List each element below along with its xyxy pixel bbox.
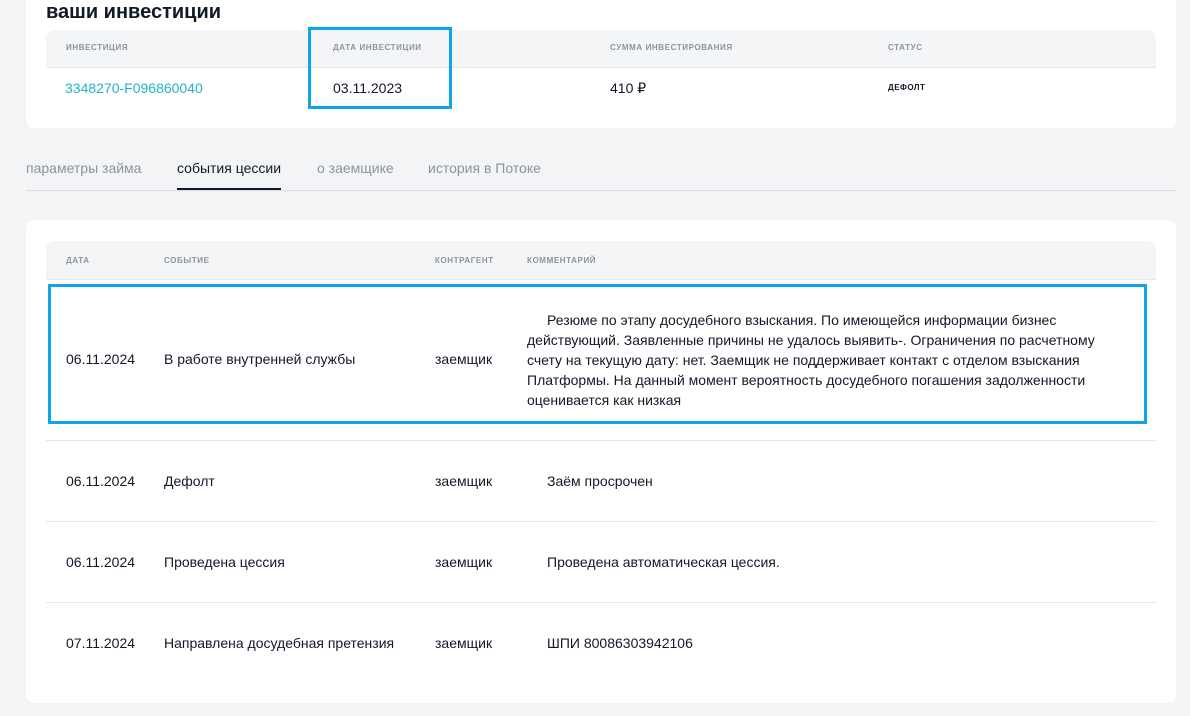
events-table-header: ДАТА СОБЫТИЕ КОНТРАГЕНТ КОММЕНТАРИЙ xyxy=(46,241,1156,280)
event-comment: Проведена автоматическая цессия. xyxy=(547,554,780,570)
investments-card: ваши инвестиции ИНВЕСТИЦИЯ ДАТА ИНВЕСТИЦ… xyxy=(26,0,1176,128)
event-counterparty: заемщик xyxy=(435,473,493,489)
tab-about-borrower[interactable]: о заемщике xyxy=(317,160,394,190)
header-status: СТАТУС xyxy=(888,43,923,52)
investment-sum: 410 ₽ xyxy=(610,80,647,96)
tab-loan-parameters[interactable]: параметры займа xyxy=(26,160,141,190)
highlight-investment-date xyxy=(308,27,452,109)
event-name: Проведена цессия xyxy=(164,554,285,570)
header-comment: КОММЕНТАРИЙ xyxy=(527,256,597,265)
event-name: Направлена досудебная претензия xyxy=(164,635,395,651)
status-badge: ДЕФОЛТ xyxy=(888,83,926,92)
investments-title: ваши инвестиции xyxy=(46,1,222,23)
investments-table-header: ИНВЕСТИЦИЯ ДАТА ИНВЕСТИЦИИ СУММА ИНВЕСТИ… xyxy=(46,30,1156,68)
header-counterparty: КОНТРАГЕНТ xyxy=(435,256,494,265)
tab-cession-events[interactable]: события цессии xyxy=(177,160,282,190)
tabs-bar: параметры займа события цессии о заемщик… xyxy=(26,150,1176,191)
header-investment-sum: СУММА ИНВЕСТИРОВАНИЯ xyxy=(610,43,733,52)
event-date: 07.11.2024 xyxy=(66,635,136,651)
header-event: СОБЫТИЕ xyxy=(164,256,210,265)
event-counterparty: заемщик xyxy=(435,554,493,570)
event-name: Дефолт xyxy=(164,473,215,489)
event-date: 06.11.2024 xyxy=(66,554,136,570)
highlight-event-row xyxy=(48,284,1147,424)
tab-history-in-potok[interactable]: история в Потоке xyxy=(428,160,541,190)
investment-row: 3348270-F096860040 03.11.2023 410 ₽ ДЕФО… xyxy=(46,68,1156,108)
table-row: 06.11.2024 Проведена цессия заемщик Пров… xyxy=(46,522,1156,603)
investment-link[interactable]: 3348270-F096860040 xyxy=(65,80,203,96)
event-counterparty: заемщик xyxy=(435,635,493,651)
header-date: ДАТА xyxy=(66,256,90,265)
page: ваши инвестиции ИНВЕСТИЦИЯ ДАТА ИНВЕСТИЦ… xyxy=(0,0,1190,716)
header-investment: ИНВЕСТИЦИЯ xyxy=(66,43,129,52)
table-row: 07.11.2024 Направлена досудебная претенз… xyxy=(46,603,1156,683)
event-comment: ШПИ 80086303942106 xyxy=(547,635,693,651)
event-comment: Заём просрочен xyxy=(547,473,653,489)
table-row: 06.11.2024 Дефолт заемщик Заём просрочен xyxy=(46,441,1156,522)
event-date: 06.11.2024 xyxy=(66,473,136,489)
